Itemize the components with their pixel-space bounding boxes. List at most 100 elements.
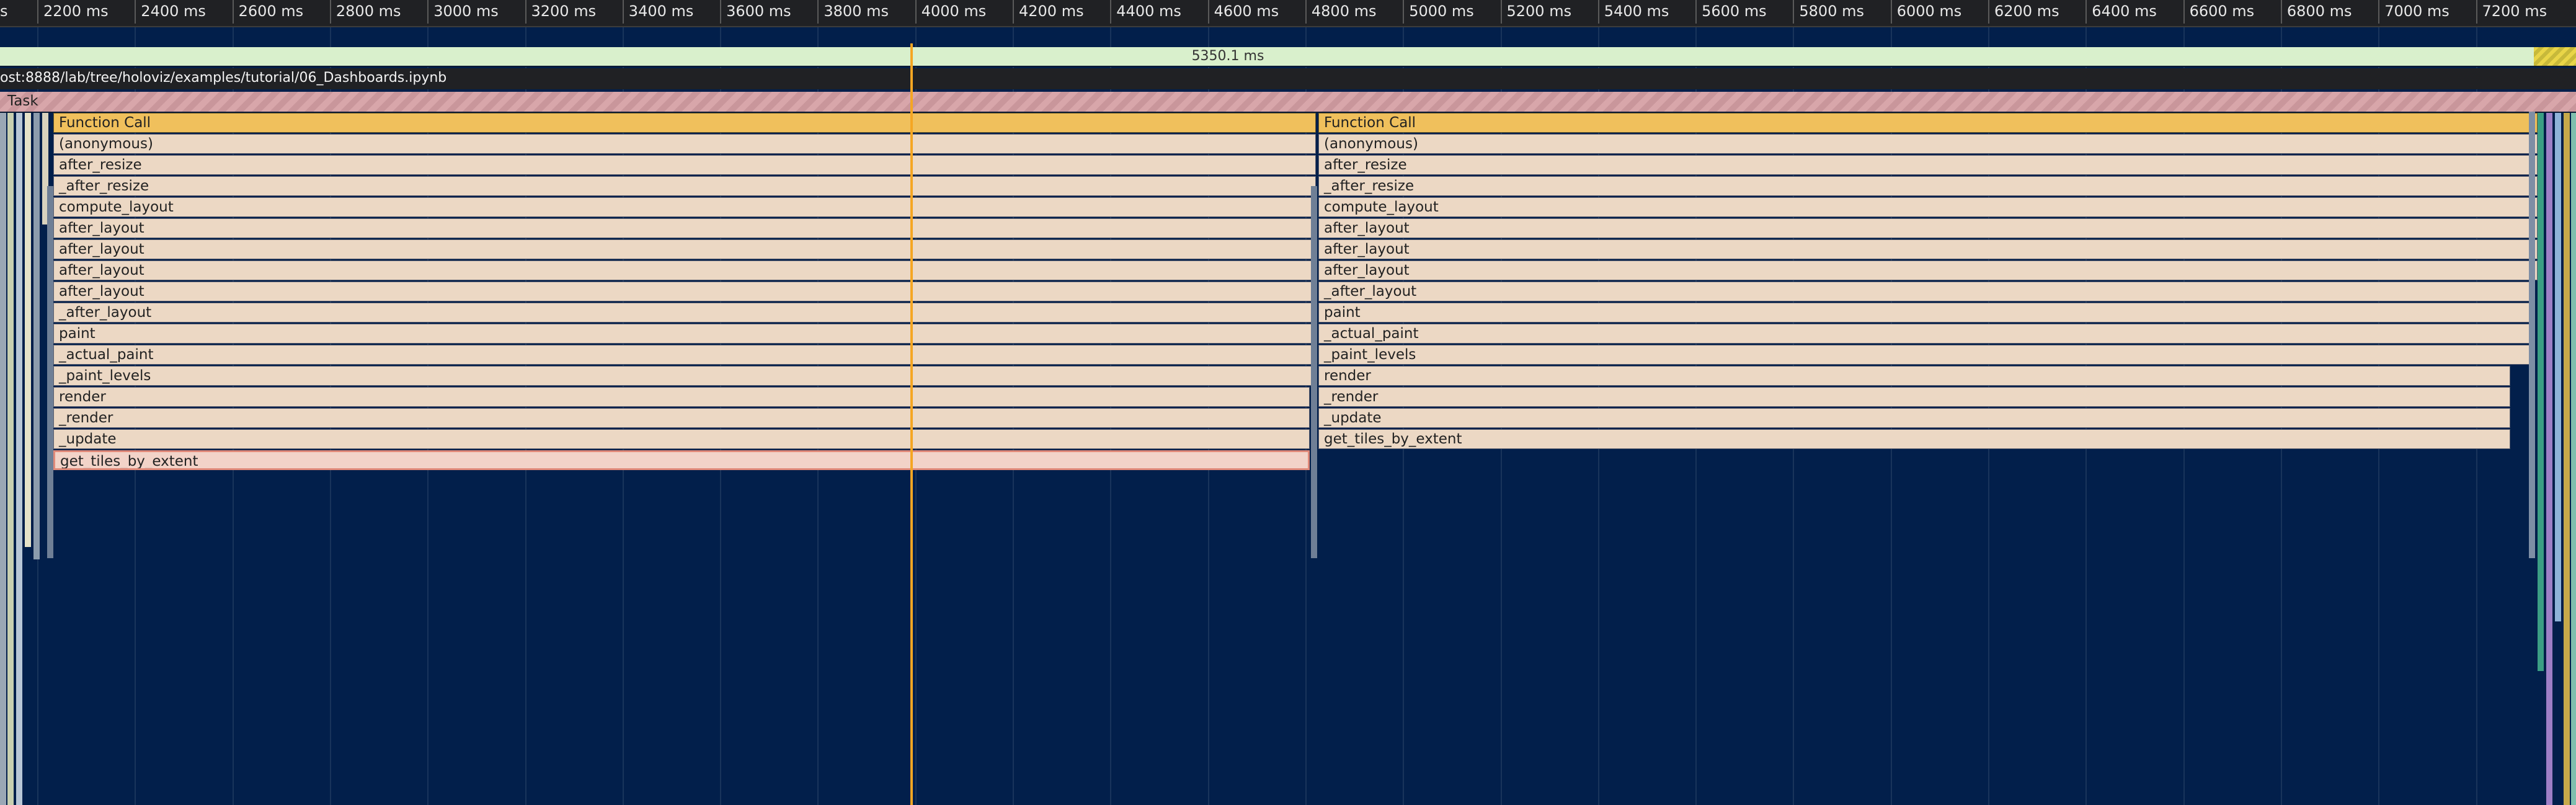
stack-sliver[interactable] xyxy=(25,113,31,547)
function-call-bar-left[interactable]: Function Call xyxy=(53,113,1316,133)
call-frame-label: _after_layout xyxy=(59,305,152,321)
call-frame-actual-paint[interactable]: _actual_paint xyxy=(53,345,1316,365)
call-frame-actual-paint[interactable]: _actual_paint xyxy=(1318,324,2531,344)
call-frame-update[interactable]: _update xyxy=(1318,408,2510,428)
stack-sliver[interactable] xyxy=(47,186,53,558)
tick-line xyxy=(232,0,234,24)
call-frame-render[interactable]: render xyxy=(53,387,1310,407)
call-frame-after-layout[interactable]: after_layout xyxy=(1318,260,2538,280)
tick-label: 4800 ms xyxy=(1311,2,1377,20)
tick-label: 3400 ms xyxy=(628,2,694,20)
call-frame-label: _after_resize xyxy=(59,178,149,194)
call-frame-label: _actual_paint xyxy=(59,347,154,363)
task-bar[interactable]: Task xyxy=(0,92,2576,113)
tick-label: 4000 ms xyxy=(921,2,987,20)
stack-sliver[interactable] xyxy=(1311,186,1317,558)
stack-sliver[interactable] xyxy=(33,113,40,559)
function-call-bar-right[interactable]: Function Call xyxy=(1318,113,2538,133)
stack-sliver[interactable] xyxy=(0,113,6,805)
call-frame-label: paint xyxy=(1324,305,1361,321)
call-frame-after-layout[interactable]: after_layout xyxy=(53,282,1316,301)
call-frame-render[interactable]: render xyxy=(1318,366,2510,386)
call-frame-label: _actual_paint xyxy=(1324,326,1419,342)
tick-label: 3800 ms xyxy=(824,2,889,20)
tick-line xyxy=(1013,0,1014,24)
tick-label: 2200 ms xyxy=(43,2,109,20)
call-frame-after-resize[interactable]: _after_resize xyxy=(1318,176,2538,196)
call-frame-paint[interactable]: paint xyxy=(53,324,1316,344)
tick-line xyxy=(427,0,429,24)
stack-sliver[interactable] xyxy=(16,113,22,805)
tick-line xyxy=(720,0,722,24)
call-frame-label: _paint_levels xyxy=(1324,347,1416,363)
stack-sliver[interactable] xyxy=(2571,113,2576,805)
stack-sliver[interactable] xyxy=(7,113,14,805)
call-frame-get-tiles-by-extent[interactable]: get_tiles_by_extent xyxy=(53,450,1310,470)
tick-line xyxy=(1500,0,1502,24)
playhead-cursor[interactable] xyxy=(910,43,913,805)
tick-label: 2600 ms xyxy=(238,2,304,20)
call-frame-anonymous[interactable]: (anonymous) xyxy=(1318,134,2538,154)
call-frame-update[interactable]: _update xyxy=(53,429,1310,449)
call-frame-after-layout[interactable]: after_layout xyxy=(1318,218,2538,238)
call-frame-paint-levels[interactable]: _paint_levels xyxy=(53,366,1316,386)
call-frame-anonymous[interactable]: (anonymous) xyxy=(53,134,1316,154)
call-frame-label: _update xyxy=(59,431,117,447)
tick-label: 5400 ms xyxy=(1604,2,1669,20)
stack-sliver[interactable] xyxy=(2546,113,2552,805)
stack-sliver[interactable] xyxy=(2538,113,2544,671)
function-call-label-left: Function Call xyxy=(59,115,151,131)
function-call-label-right: Function Call xyxy=(1324,115,1416,131)
call-frame-get-tiles-by-extent[interactable]: get_tiles_by_extent xyxy=(1318,429,2510,449)
call-frame-label: _after_resize xyxy=(1324,178,1415,194)
call-frame-compute-layout[interactable]: compute_layout xyxy=(1318,197,2538,217)
call-frame-compute-layout[interactable]: compute_layout xyxy=(53,197,1316,217)
tick-line xyxy=(1793,0,1795,24)
tick-label: 6000 ms xyxy=(1896,2,1962,20)
tick-line xyxy=(2183,0,2185,24)
call-frame-after-layout[interactable]: after_layout xyxy=(53,239,1316,259)
call-frame-after-layout[interactable]: after_layout xyxy=(53,218,1316,238)
tick-label: 3600 ms xyxy=(726,2,791,20)
call-frame-label: after_layout xyxy=(59,283,144,300)
call-frame-render[interactable]: _render xyxy=(1318,387,2510,407)
tick-label: 6800 ms xyxy=(2286,2,2352,20)
tick-label: 6200 ms xyxy=(1994,2,2059,20)
tick-label: 6600 ms xyxy=(2189,2,2255,20)
call-frame-after-layout[interactable]: _after_layout xyxy=(1318,282,2531,301)
stack-sliver[interactable] xyxy=(2564,113,2570,805)
stack-sliver[interactable] xyxy=(2555,113,2561,621)
tick-label: 3200 ms xyxy=(531,2,597,20)
stack-sliver[interactable] xyxy=(2529,112,2535,558)
call-frame-paint-levels[interactable]: _paint_levels xyxy=(1318,345,2531,365)
call-frame-after-resize[interactable]: _after_resize xyxy=(53,176,1316,196)
frames-track[interactable]: 5350.1 ms xyxy=(0,47,2576,67)
call-frame-after-resize[interactable]: after_resize xyxy=(53,155,1316,175)
timeline-ruler[interactable]: s 2200 ms 2400 ms 2600 ms 2800 ms 3000 ms 320… xyxy=(0,0,2576,27)
call-frame-label: after_layout xyxy=(59,220,144,236)
frame-end-marker[interactable] xyxy=(2534,47,2576,66)
call-frame-label: paint xyxy=(59,326,95,342)
call-frame-label: after_layout xyxy=(1324,220,1410,236)
frame-duration-label: 5350.1 ms xyxy=(1191,48,1264,64)
tick-label: 5000 ms xyxy=(1409,2,1474,20)
call-frame-label: after_resize xyxy=(59,157,142,173)
main-thread-url-track[interactable]: ost:8888/lab/tree/holoviz/examples/tutor… xyxy=(0,68,2576,89)
call-frame-after-layout[interactable]: after_layout xyxy=(1318,239,2538,259)
call-frame-label: _paint_levels xyxy=(59,368,151,384)
thread-url: ost:8888/lab/tree/holoviz/examples/tutor… xyxy=(0,70,447,86)
call-frame-after-layout[interactable]: after_layout xyxy=(53,260,1316,280)
call-frame-render[interactable]: _render xyxy=(53,408,1310,428)
tick-label: 7000 ms xyxy=(2384,2,2449,20)
call-frame-label: _update xyxy=(1324,410,1382,426)
tick-line xyxy=(37,0,38,24)
tick-line xyxy=(915,0,917,24)
call-frame-after-resize[interactable]: after_resize xyxy=(1318,155,2538,175)
call-frame-paint[interactable]: paint xyxy=(1318,303,2531,322)
tick-line xyxy=(1305,0,1307,24)
call-frame-after-layout[interactable]: _after_layout xyxy=(53,303,1316,322)
tick-label: 5600 ms xyxy=(1702,2,1767,20)
tick-line xyxy=(1597,0,1599,24)
call-frame-label: after_layout xyxy=(59,241,144,257)
tick-label: 4200 ms xyxy=(1019,2,1084,20)
